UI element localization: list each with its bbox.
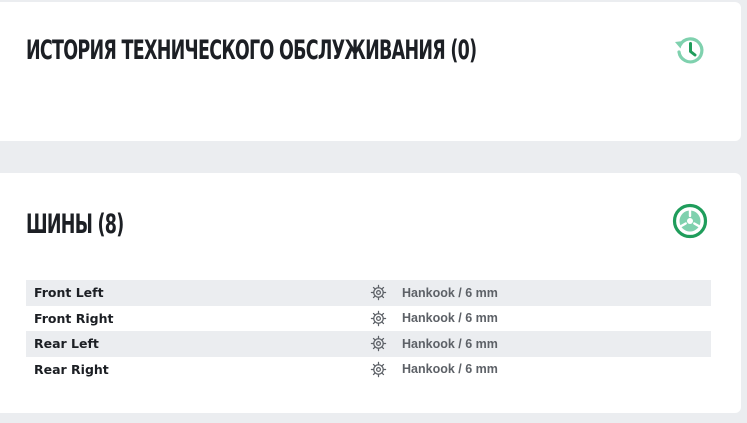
tire-gear-icon [370, 361, 387, 377]
tire-row: Front Right Hankook / 6 mm [26, 306, 711, 332]
tire-row: Front Left Hankook / 6 mm [26, 280, 711, 306]
wheel-icon[interactable] [672, 203, 708, 239]
tire-position-label: Front Right [34, 310, 114, 326]
tire-gear-icon [370, 335, 387, 352]
tires-title: ШИНЫ (8) [26, 209, 124, 240]
tire-gear-icon [370, 310, 387, 326]
tire-position-label: Front Left [34, 285, 104, 301]
tire-position-label: Rear Right [34, 361, 109, 377]
tire-value: Hankook / 6 mm [402, 285, 498, 300]
tire-row: Rear Left Hankook / 6 mm [26, 331, 711, 357]
tire-position-label: Rear Left [34, 336, 99, 352]
maintenance-history-card: ИСТОРИЯ ТЕХНИЧЕСКОГО ОБСЛУЖИВАНИЯ (0) [0, 2, 741, 141]
history-icon[interactable] [672, 32, 708, 68]
tire-value: Hankook / 6 mm [402, 311, 498, 326]
tire-value: Hankook / 6 mm [402, 362, 498, 377]
tire-gear-icon [370, 284, 387, 301]
tires-card: ШИНЫ (8) Front Left Hankook / 6 mm Front… [0, 173, 741, 413]
tire-row: Rear Right Hankook / 6 mm [26, 357, 711, 383]
tire-value: Hankook / 6 mm [402, 336, 498, 351]
maintenance-history-title: ИСТОРИЯ ТЕХНИЧЕСКОГО ОБСЛУЖИВАНИЯ (0) [26, 35, 477, 66]
tire-table: Front Left Hankook / 6 mm Front Right Ha… [26, 280, 711, 382]
